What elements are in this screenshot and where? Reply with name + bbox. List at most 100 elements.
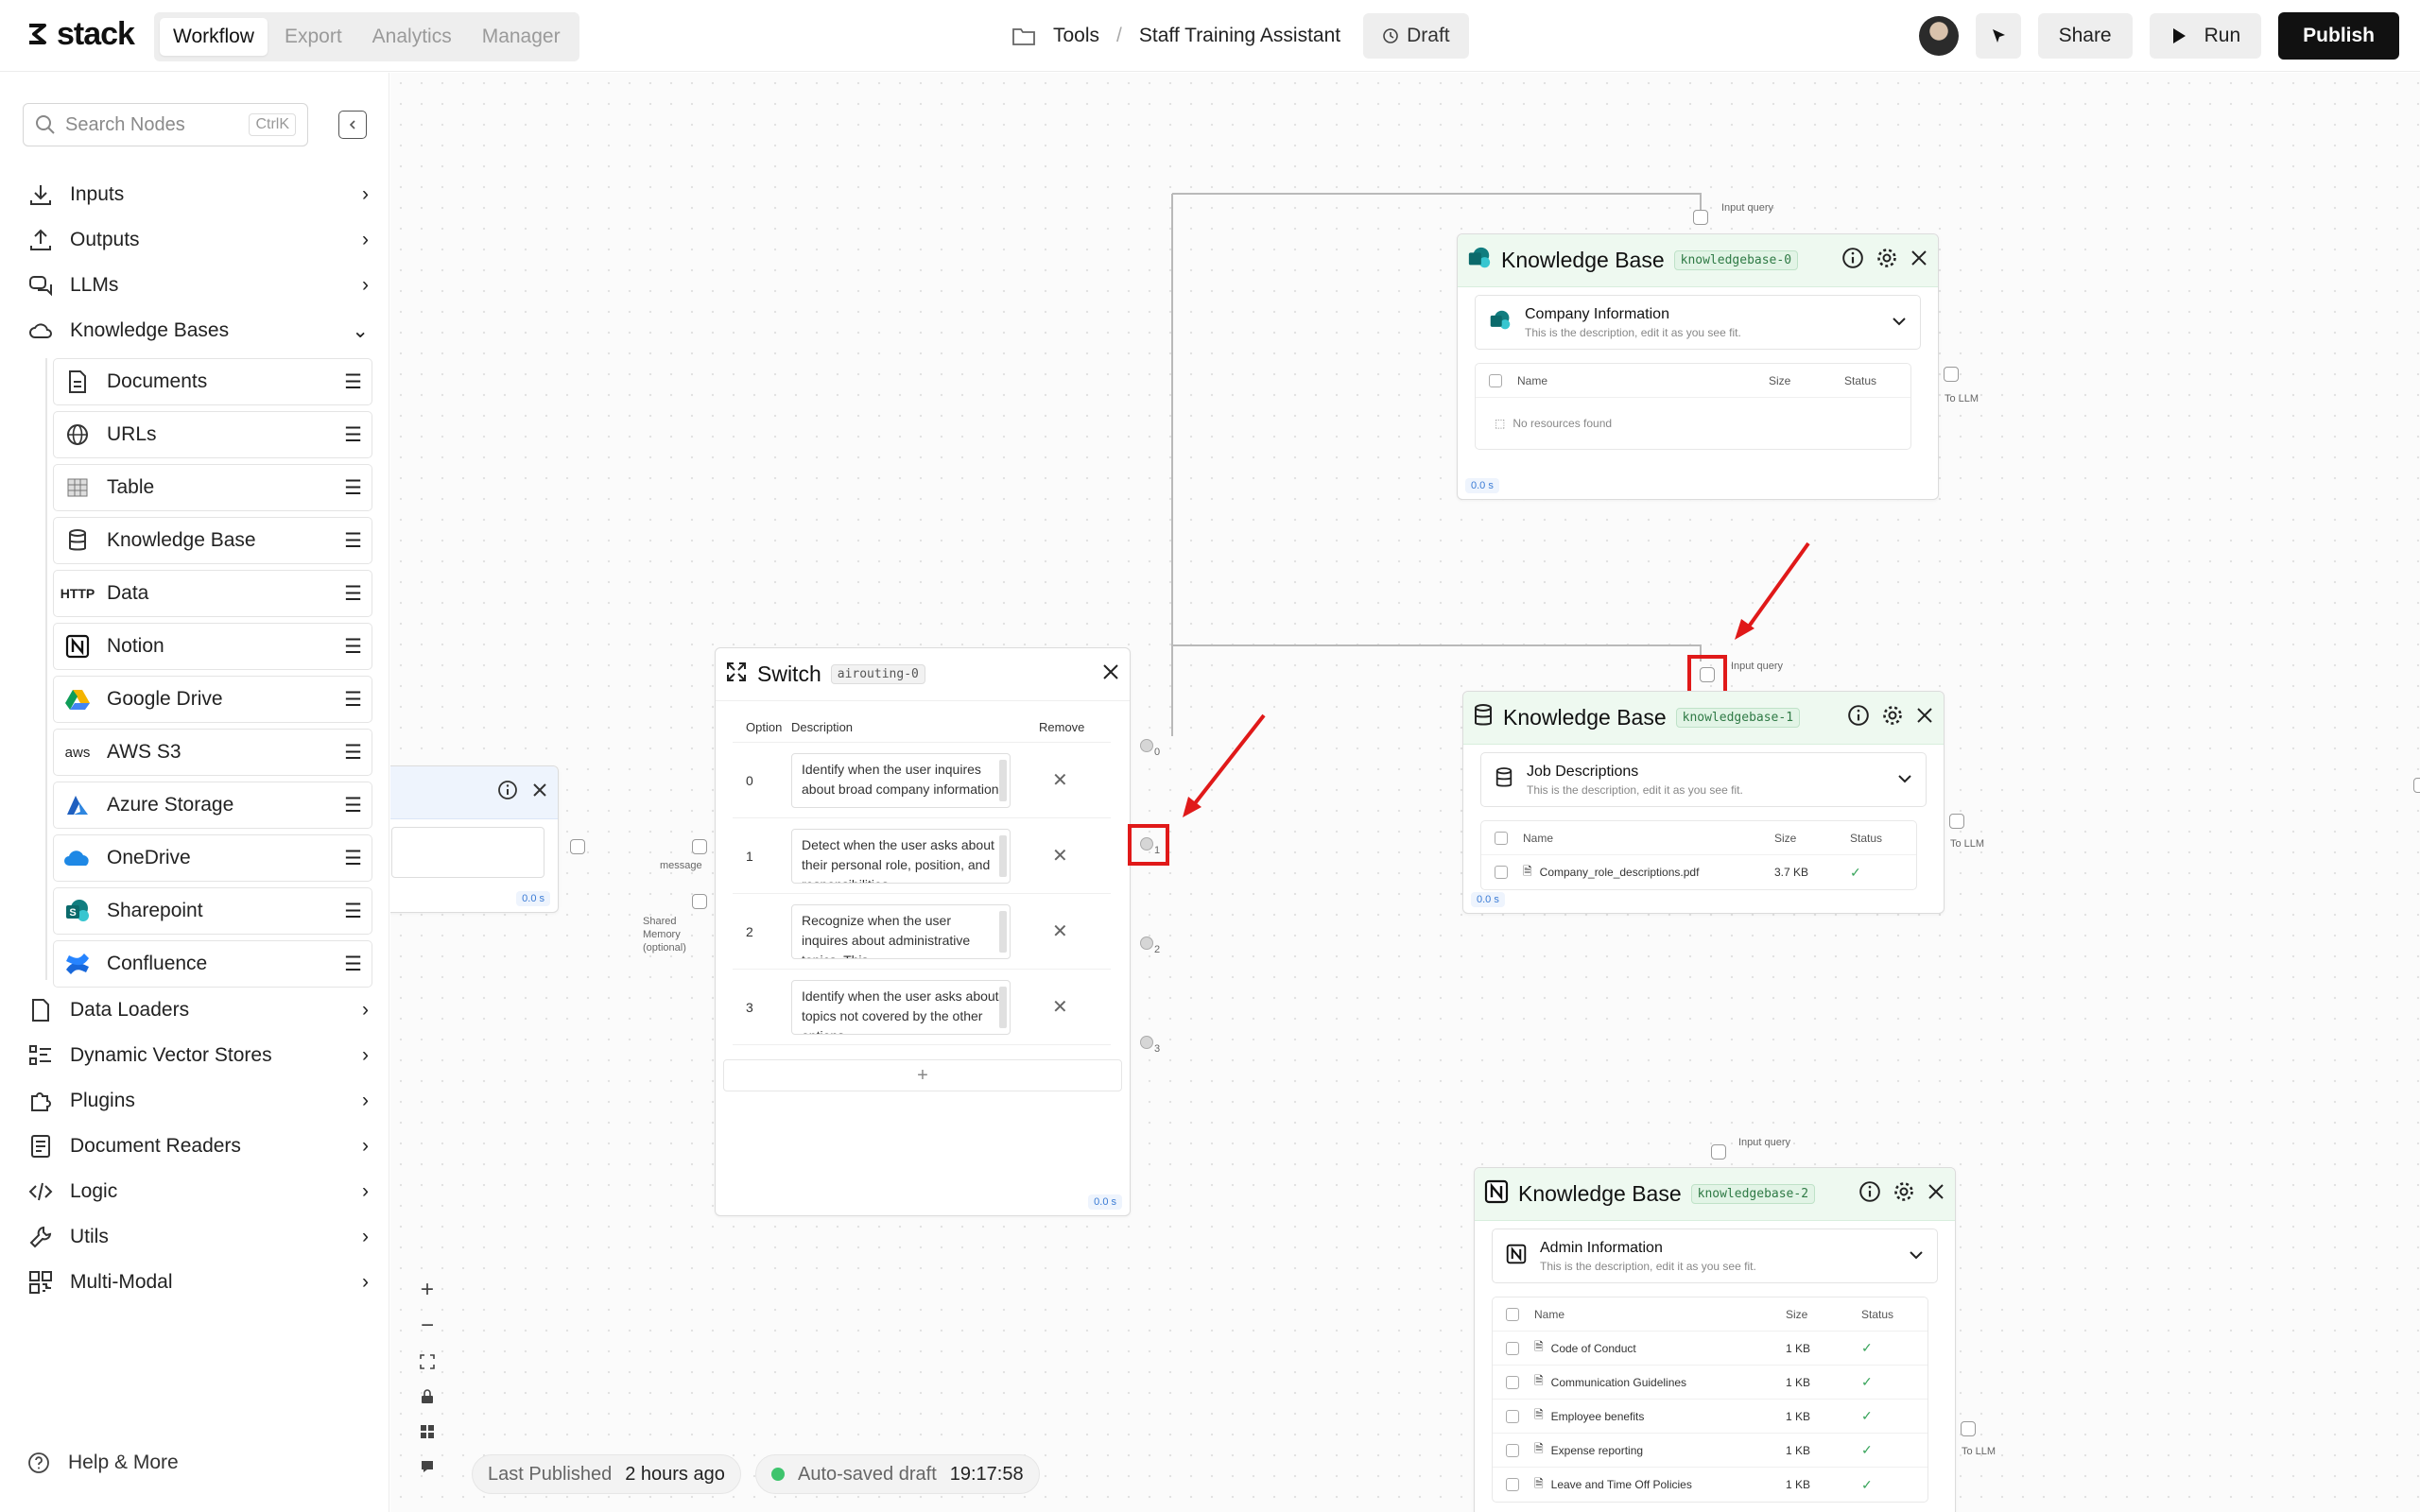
kb-source-select[interactable]: Admin Information This is the description… [1492,1228,1938,1283]
tab-analytics[interactable]: Analytics [359,18,465,56]
run-button[interactable]: Run [2149,13,2262,59]
close-icon[interactable] [1915,705,1934,730]
sidebar-item-notion[interactable]: Notion ☰ [53,623,372,670]
drag-handle-icon[interactable]: ☰ [344,794,362,817]
row-checkbox[interactable] [1495,866,1508,879]
draft-button[interactable]: Draft [1363,13,1469,59]
sidebar-item-table[interactable]: Table ☰ [53,464,372,511]
option-description-input[interactable]: Identify when the user inquires about br… [791,752,1011,808]
drag-handle-icon[interactable]: ☰ [344,476,362,500]
stack-logo[interactable]: stack [21,15,135,53]
drag-handle-icon[interactable]: ☰ [344,635,362,659]
info-icon[interactable] [1847,704,1870,732]
sidebar-item-aws-s3[interactable]: aws AWS S3 ☰ [53,729,372,776]
close-icon[interactable] [1101,662,1120,687]
category-dynamic-vector-stores[interactable]: Dynamic Vector Stores › [28,1037,369,1074]
table-row[interactable]: 🗎 Employee benefits 1 KB ✓ [1493,1400,1927,1434]
option-description-input[interactable]: Detect when the user asks about their pe… [791,828,1011,884]
remove-option-icon[interactable]: ✕ [1052,844,1068,868]
drag-handle-icon[interactable]: ☰ [344,741,362,765]
remove-option-icon[interactable]: ✕ [1052,919,1068,943]
zoom-in-icon[interactable]: + [413,1277,441,1303]
breadcrumb-project[interactable]: Staff Training Assistant [1139,25,1340,47]
knowledge-base-node-0[interactable]: Knowledge Base knowledgebase-0 Company I… [1457,233,1939,500]
drag-handle-icon[interactable]: ☰ [344,953,362,976]
row-checkbox[interactable] [1506,1341,1519,1355]
row-checkbox[interactable] [1506,1443,1519,1457]
kb2-output-port[interactable] [1961,1421,1976,1436]
category-logic[interactable]: Logic › [28,1173,369,1211]
offscreen-node-port[interactable] [2413,778,2420,793]
table-row[interactable]: 🗎 Expense reporting 1 KB ✓ [1493,1434,1927,1468]
option-description-input[interactable]: Identify when the user asks about topics… [791,979,1011,1035]
option-description-input[interactable]: Recognize when the user inquires about a… [791,903,1011,959]
message-input-port[interactable] [692,839,707,854]
table-row[interactable]: 🗎 Code of Conduct 1 KB ✓ [1493,1332,1927,1366]
sidebar-item-confluence[interactable]: Confluence ☰ [53,940,372,988]
breadcrumb-folder[interactable]: Tools [1053,25,1099,47]
category-outputs[interactable]: Outputs › [28,221,369,259]
pointer-tool-button[interactable] [1975,13,2021,59]
remove-option-icon[interactable]: ✕ [1052,768,1068,792]
info-icon[interactable] [1841,247,1864,275]
table-row[interactable]: 🗎 Company_role_descriptions.pdf 3.7 KB ✓ [1481,855,1916,889]
avatar[interactable] [1918,16,1959,56]
switch-output-port-2[interactable] [1140,936,1153,950]
kb2-input-port[interactable] [1711,1144,1726,1160]
table-row[interactable]: 🗎 Leave and Time Off Policies 1 KB ✓ [1493,1468,1927,1502]
kb1-output-port[interactable] [1949,814,1964,829]
gear-icon[interactable] [1876,247,1898,275]
sidebar-item-google-drive[interactable]: Google Drive ☰ [53,676,372,723]
row-checkbox[interactable] [1506,1478,1519,1491]
switch-output-port-0[interactable] [1140,739,1153,752]
drag-handle-icon[interactable]: ☰ [344,423,362,447]
collapse-sidebar-button[interactable] [338,111,367,139]
message-textarea[interactable] [391,827,544,878]
drag-handle-icon[interactable]: ☰ [344,688,362,712]
category-knowledge-bases[interactable]: Knowledge Bases ⌄ [28,312,369,350]
tab-manager[interactable]: Manager [469,18,574,56]
search-nodes-input[interactable]: Search Nodes CtrlK [23,103,308,146]
info-icon[interactable] [1858,1180,1881,1209]
category-document-readers[interactable]: Document Readers › [28,1127,369,1165]
category-multi-modal[interactable]: Multi-Modal › [28,1263,369,1301]
select-all-checkbox[interactable] [1506,1307,1519,1321]
layout-grid-icon[interactable] [413,1418,441,1444]
drag-handle-icon[interactable]: ☰ [344,529,362,553]
select-all-checkbox[interactable] [1489,373,1502,387]
sidebar-item-sharepoint[interactable]: S Sharepoint ☰ [53,887,372,935]
select-all-checkbox[interactable] [1495,831,1508,845]
input-node-partial[interactable]: 0.0 s [390,765,559,913]
add-option-button[interactable]: + [723,1059,1122,1091]
drag-handle-icon[interactable]: ☰ [344,582,362,606]
category-data-loaders[interactable]: Data Loaders › [28,991,369,1029]
tab-workflow[interactable]: Workflow [160,18,268,56]
gear-icon[interactable] [1881,704,1904,732]
close-icon[interactable] [1910,248,1928,273]
category-llms[interactable]: LLMs › [28,266,369,304]
share-button[interactable]: Share [2037,13,2133,59]
sidebar-item-onedrive[interactable]: OneDrive ☰ [53,834,372,882]
sidebar-item-data[interactable]: HTTP Data ☰ [53,570,372,617]
remove-option-icon[interactable]: ✕ [1052,995,1068,1019]
close-icon[interactable] [1927,1181,1945,1207]
gear-icon[interactable] [1893,1180,1915,1209]
publish-button[interactable]: Publish [2278,12,2399,60]
category-plugins[interactable]: Plugins › [28,1082,369,1120]
zoom-out-icon[interactable]: − [413,1313,441,1339]
tab-export[interactable]: Export [271,18,355,56]
expand-icon[interactable] [725,661,748,689]
sidebar-item-urls[interactable]: URLs ☰ [53,411,372,458]
knowledge-base-node-1[interactable]: Knowledge Base knowledgebase-1 Job Descr… [1462,691,1945,914]
switch-node[interactable]: Switch airouting-0 Option Description Re… [715,647,1131,1216]
switch-output-port-3[interactable] [1140,1036,1153,1049]
drag-handle-icon[interactable]: ☰ [344,900,362,923]
sidebar-item-documents[interactable]: Documents ☰ [53,358,372,405]
table-row[interactable]: 🗎 Communication Guidelines 1 KB ✓ [1493,1366,1927,1400]
kb-source-select[interactable]: Company Information This is the descripti… [1475,295,1921,350]
close-icon[interactable] [531,782,548,803]
shared-memory-input-port[interactable] [692,894,707,909]
fit-view-icon[interactable] [413,1349,441,1374]
drag-handle-icon[interactable]: ☰ [344,847,362,870]
sidebar-item-azure-storage[interactable]: Azure Storage ☰ [53,782,372,829]
